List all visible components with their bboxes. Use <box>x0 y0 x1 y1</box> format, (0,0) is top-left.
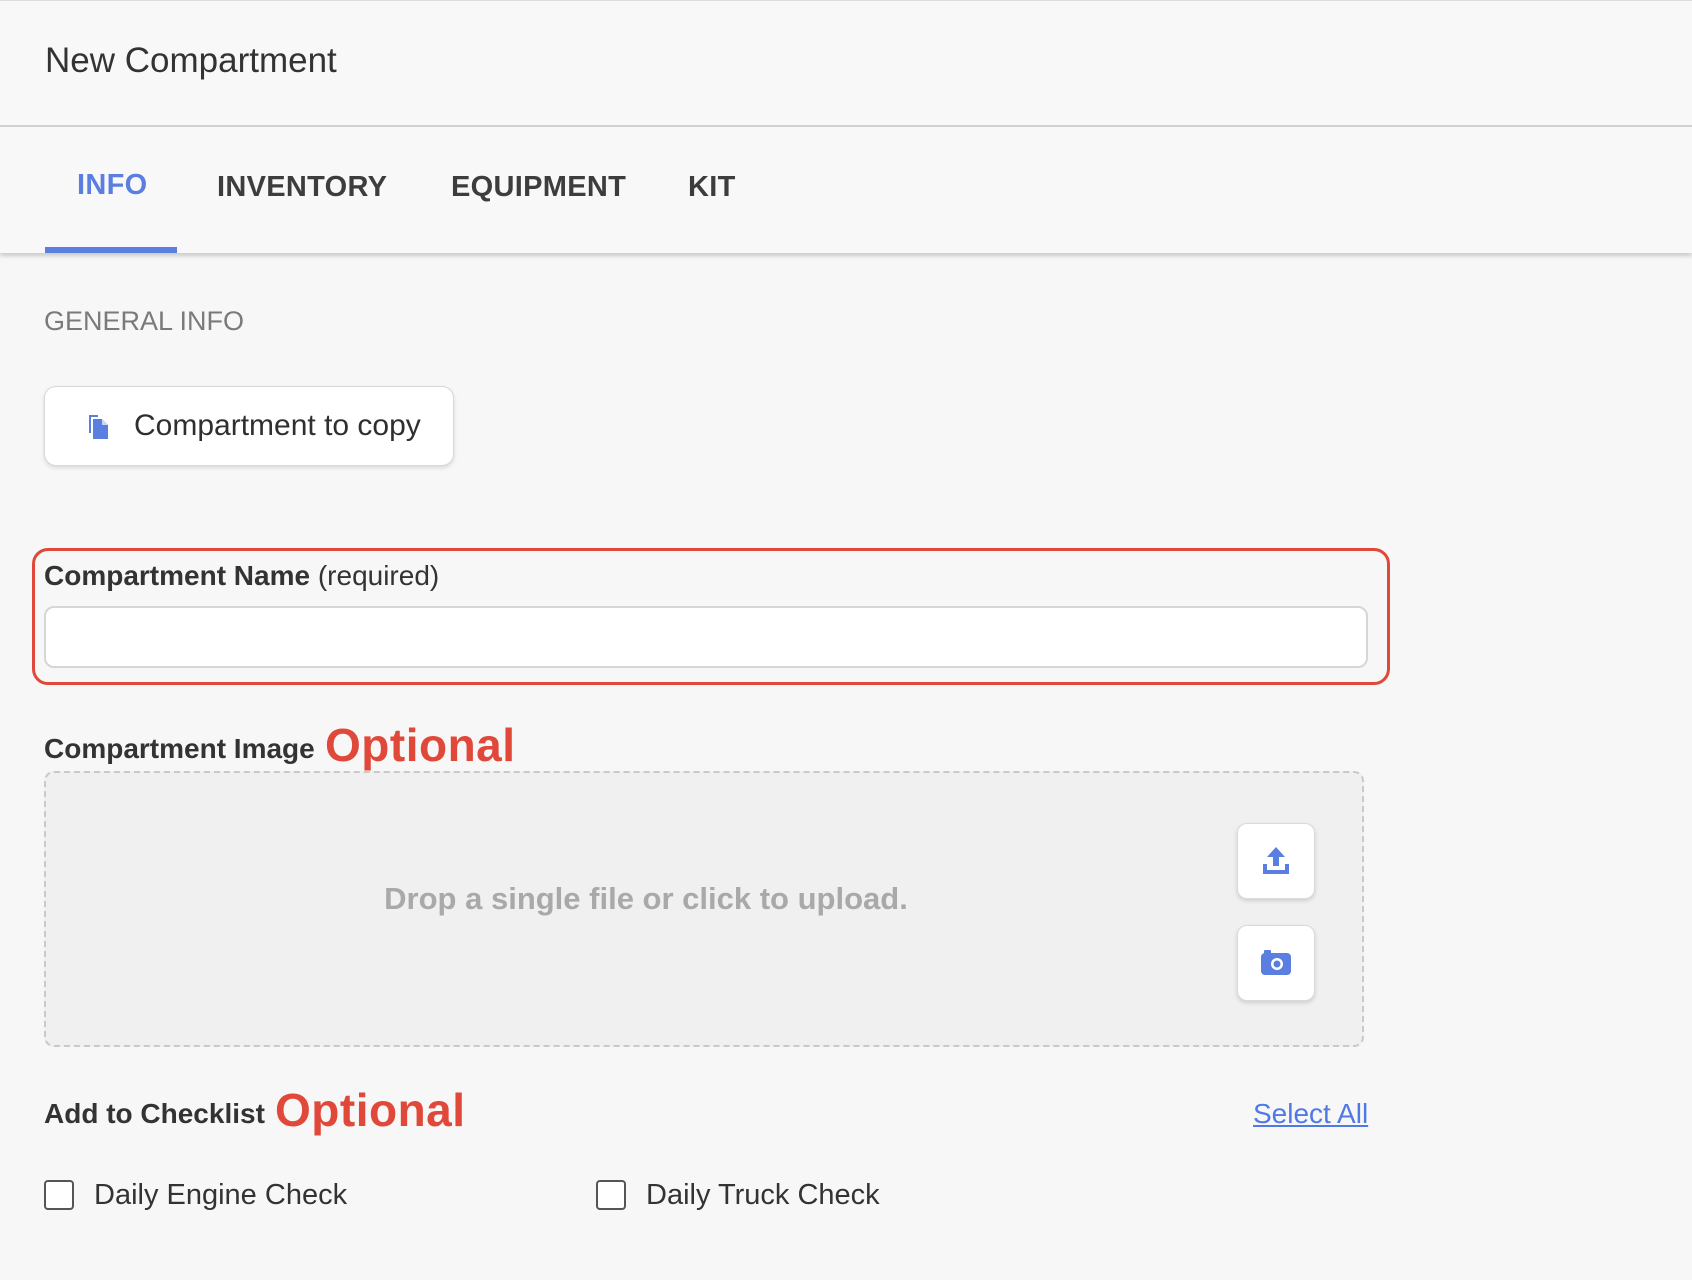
daily-engine-check-checkbox[interactable] <box>44 1180 74 1210</box>
compartment-image-label: Compartment Image <box>44 733 315 764</box>
upload-button[interactable] <box>1237 823 1315 899</box>
tab-inventory[interactable]: INVENTORY <box>217 171 387 204</box>
tab-info[interactable]: INFO <box>77 169 147 202</box>
image-dropzone[interactable]: Drop a single file or click to upload. <box>44 771 1364 1047</box>
tab-equipment[interactable]: EQUIPMENT <box>451 171 626 204</box>
camera-button[interactable] <box>1237 925 1315 1001</box>
section-title-general-info: GENERAL INFO <box>44 306 245 336</box>
active-tab-indicator <box>45 247 177 253</box>
page-title: New Compartment <box>45 41 337 80</box>
page-header: New Compartment <box>0 0 1692 127</box>
upload-icon <box>1263 847 1289 874</box>
compartment-to-copy-button[interactable]: Compartment to copy <box>44 386 454 466</box>
compartment-name-label: Compartment Name (required) <box>44 560 439 592</box>
checklist-optional-annotation: Optional <box>275 1084 466 1136</box>
select-all-link[interactable]: Select All <box>1253 1098 1368 1130</box>
daily-truck-check-label[interactable]: Daily Truck Check <box>646 1179 880 1212</box>
copy-button-label: Compartment to copy <box>134 409 421 442</box>
dropzone-text: Drop a single file or click to upload. <box>384 881 908 916</box>
compartment-name-input[interactable] <box>44 606 1368 668</box>
camera-icon <box>1261 950 1291 975</box>
image-optional-annotation: Optional <box>325 719 516 771</box>
required-suffix: (required) <box>317 560 440 591</box>
copy-document-icon <box>85 413 113 441</box>
daily-truck-check-checkbox[interactable] <box>596 1180 626 1210</box>
daily-engine-check-label[interactable]: Daily Engine Check <box>94 1179 347 1212</box>
tab-kit[interactable]: KIT <box>688 171 736 204</box>
tab-bar: INFO INVENTORY EQUIPMENT KIT <box>0 127 1692 253</box>
add-to-checklist-label: Add to Checklist <box>44 1098 265 1129</box>
compartment-name-label-bold: Compartment Name <box>44 560 311 591</box>
